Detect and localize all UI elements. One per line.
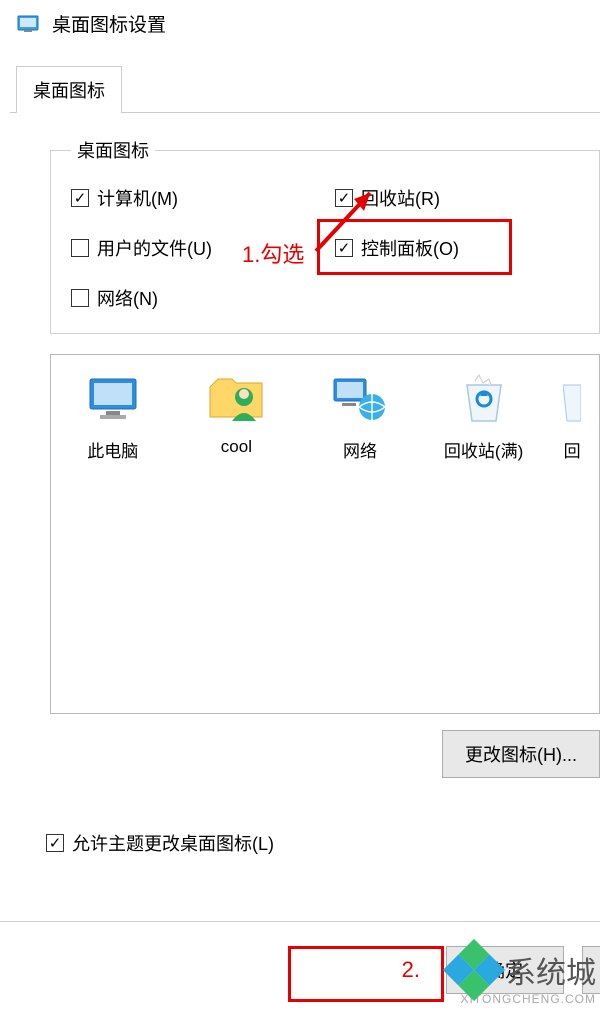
settings-icon	[16, 12, 40, 36]
network-icon	[310, 371, 410, 427]
checkbox-computer[interactable]: 计算机(M)	[71, 185, 335, 211]
computer-icon	[63, 371, 163, 427]
icon-label: 回收站(满)	[434, 437, 534, 462]
checkbox-label: 网络(N)	[97, 285, 158, 311]
change-icon-button[interactable]: 更改图标(H)...	[442, 730, 600, 778]
desktop-icons-group: 桌面图标 计算机(M) 回收站(R) 用户的文件(U)	[50, 137, 600, 334]
group-legend: 桌面图标	[71, 137, 155, 163]
checkbox-label: 计算机(M)	[97, 185, 178, 211]
annotation-highlight-box-ok	[288, 946, 444, 1002]
icon-label: 回	[557, 437, 587, 462]
user-folder-icon	[186, 371, 286, 427]
checkbox-icon	[71, 239, 89, 257]
icon-label: 网络	[310, 437, 410, 462]
icon-label: cool	[186, 437, 286, 457]
icon-preview-box: 此电脑 cool	[50, 354, 600, 714]
checkbox-label: 用户的文件(U)	[97, 235, 212, 261]
checkbox-recycle-bin[interactable]: 回收站(R)	[335, 185, 599, 211]
checkbox-icon	[335, 239, 353, 257]
window-title: 桌面图标设置	[52, 10, 166, 37]
checkbox-label: 回收站(R)	[361, 185, 440, 211]
icon-item-user[interactable]: cool	[186, 371, 286, 457]
checkbox-icon	[46, 834, 64, 852]
recycle-bin-full-icon	[434, 371, 534, 427]
checkbox-network[interactable]: 网络(N)	[71, 285, 335, 311]
checkbox-allow-theme[interactable]: 允许主题更改桌面图标(L)	[46, 830, 600, 856]
ok-button[interactable]: 确定	[446, 946, 564, 994]
icon-item-recycle-full[interactable]: 回收站(满)	[434, 371, 534, 462]
tab-panel: 桌面图标 计算机(M) 回收站(R) 用户的文件(U)	[10, 112, 600, 856]
checkbox-icon	[71, 289, 89, 307]
tab-desktop-icons[interactable]: 桌面图标	[16, 66, 122, 113]
recycle-bin-icon	[557, 371, 587, 427]
icon-label: 此电脑	[63, 437, 163, 462]
cancel-button[interactable]: 取消	[582, 946, 600, 994]
checkbox-icon	[71, 189, 89, 207]
annotation-step2: 2.	[402, 957, 420, 983]
icon-item-network[interactable]: 网络	[310, 371, 410, 462]
dialog-button-bar: 2. 确定 取消	[0, 921, 600, 1020]
checkbox-label: 允许主题更改桌面图标(L)	[72, 830, 274, 856]
checkbox-control-panel[interactable]: 控制面板(O)	[335, 235, 599, 261]
title-bar: 桌面图标设置	[0, 0, 600, 47]
annotation-step1: 1.勾选	[242, 237, 304, 269]
icon-item-this-pc[interactable]: 此电脑	[63, 371, 163, 462]
icon-item-partial[interactable]: 回	[557, 371, 587, 462]
checkbox-icon	[335, 189, 353, 207]
checkbox-label: 控制面板(O)	[361, 235, 459, 261]
